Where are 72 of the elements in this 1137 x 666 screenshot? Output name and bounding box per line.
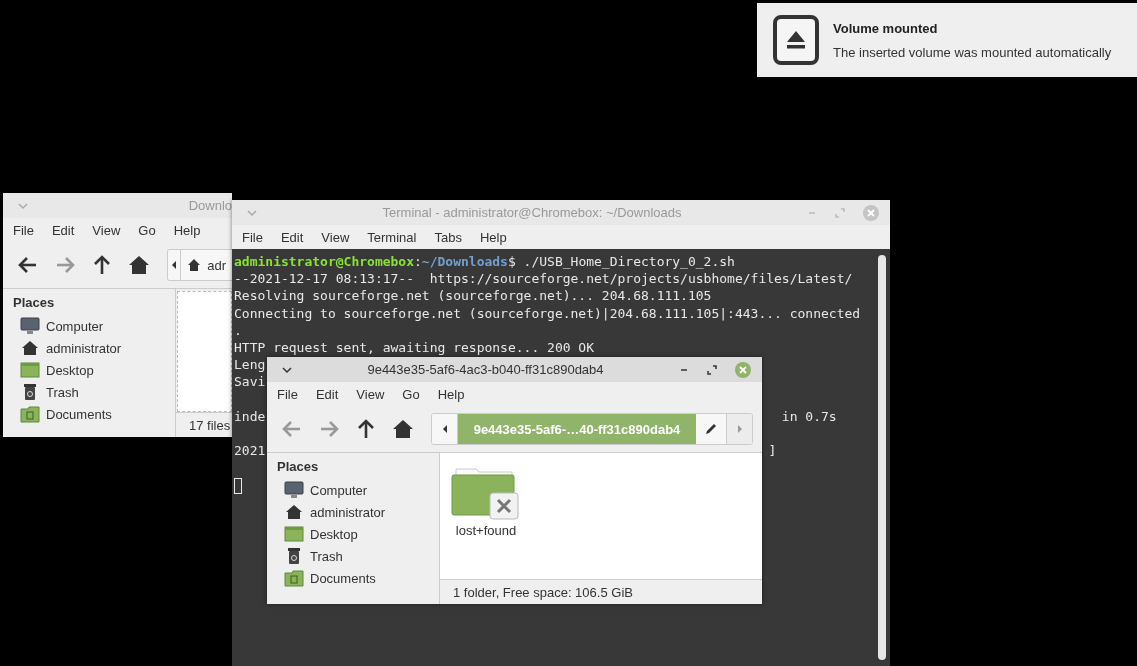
sidebar-item[interactable]: Documents	[46, 406, 112, 422]
house-icon	[127, 254, 150, 276]
sidebar-heading: Places	[277, 459, 320, 474]
terminal-line: HTTP request sent, awaiting response... 200 OK	[234, 339, 595, 355]
scrollbar[interactable]	[878, 255, 886, 660]
sidebar-item[interactable]: Desktop	[310, 526, 358, 542]
desktop-folder-icon	[20, 361, 40, 379]
folder-icon[interactable]	[450, 465, 522, 521]
caret-left-icon	[441, 424, 448, 434]
sidebar-item[interactable]: Computer	[310, 482, 368, 498]
terminal-line: --2021-12-17 08:13:17-- https://sourceforge.net/projects/usbhome/files/Latest/	[234, 271, 853, 287]
caret-right-icon	[736, 424, 743, 434]
computer-icon	[20, 317, 40, 335]
menu-item[interactable]: Go	[138, 222, 156, 238]
pencil-icon	[704, 422, 718, 436]
sidebar-item[interactable]: Trash	[46, 384, 79, 400]
menu-item[interactable]: View	[92, 222, 121, 238]
close-icon[interactable]	[734, 360, 752, 379]
sidebar-item[interactable]: Trash	[310, 548, 343, 564]
terminal-cursor	[234, 477, 242, 494]
caret-left-icon	[171, 260, 178, 270]
terminal-line: .	[234, 322, 242, 338]
sidebar-item[interactable]: Computer	[46, 318, 104, 334]
terminal-line: Leng	[234, 357, 266, 373]
terminal-line: Savi	[234, 374, 266, 390]
menu-item[interactable]: Go	[402, 386, 420, 402]
window-menu-icon[interactable]	[281, 365, 293, 374]
house-icon	[187, 258, 202, 272]
menu-item[interactable]: File	[277, 386, 298, 402]
home-icon	[284, 503, 304, 521]
documents-folder-icon	[284, 569, 304, 587]
menu-item[interactable]: View	[321, 229, 350, 245]
scroll-left-button[interactable]	[168, 250, 182, 280]
terminal-line: administrator@Chromebox:~/Downloads$ ./USB_Home_Directory_0_2.sh	[234, 254, 735, 269]
sidebar-item[interactable]: Documents	[310, 570, 376, 586]
maximize-icon[interactable]	[706, 363, 718, 376]
menu-item[interactable]: Help	[173, 222, 201, 238]
terminal-line: in 0.7s	[781, 407, 837, 425]
menu-item[interactable]: Edit	[51, 222, 75, 238]
menu-item[interactable]: Help	[437, 386, 465, 402]
notification-title: Volume mounted	[833, 20, 939, 36]
terminal-line: Resolving sourceforge.net (sourceforge.net)... 204.68.111.105	[234, 288, 712, 304]
terminal-line: ]	[768, 442, 777, 460]
terminal-line: Connecting to sourceforge.net (sourceforge.net)|204.68.111.105|:443... connected	[234, 305, 861, 321]
sidebar-heading: Places	[13, 295, 56, 310]
computer-icon	[284, 481, 304, 499]
menu-item[interactable]: View	[356, 386, 385, 402]
menu-item[interactable]: Edit	[315, 386, 339, 402]
menu-item[interactable]: File	[13, 222, 34, 238]
sidebar-item[interactable]: administrator	[46, 340, 122, 356]
status-text: 1 folder, Free space: 106.5 GiB	[452, 584, 633, 600]
file-name[interactable]: lost+found	[455, 523, 517, 538]
terminal-line: inde	[234, 408, 266, 424]
window-title: Terminal - administrator@Chromebox: ~/Downloads	[381, 205, 683, 220]
menu-item[interactable]: Edit	[280, 229, 304, 245]
window-title: 9e443e35-5af6-4ac3-b040-ff31c890dab4	[366, 362, 605, 377]
sidebar-item[interactable]: administrator	[310, 504, 386, 520]
status-text: 17 files	[188, 417, 231, 433]
eject-icon	[773, 15, 819, 65]
menu-item[interactable]: Tabs	[434, 229, 462, 245]
menu-item[interactable]: Help	[479, 229, 507, 245]
documents-folder-icon	[20, 405, 40, 423]
sidebar-item[interactable]: Desktop	[46, 362, 94, 378]
window-title: Downlo	[187, 198, 232, 213]
house-icon	[391, 418, 414, 440]
close-icon[interactable]	[862, 203, 880, 222]
home-icon	[20, 339, 40, 357]
terminal-line: 2021	[234, 443, 266, 459]
notification-message: The inserted volume was mounted automatically	[833, 44, 1112, 60]
menu-item[interactable]: Terminal	[367, 229, 417, 245]
menu-item[interactable]: File	[242, 229, 263, 245]
desktop-folder-icon	[284, 525, 304, 543]
